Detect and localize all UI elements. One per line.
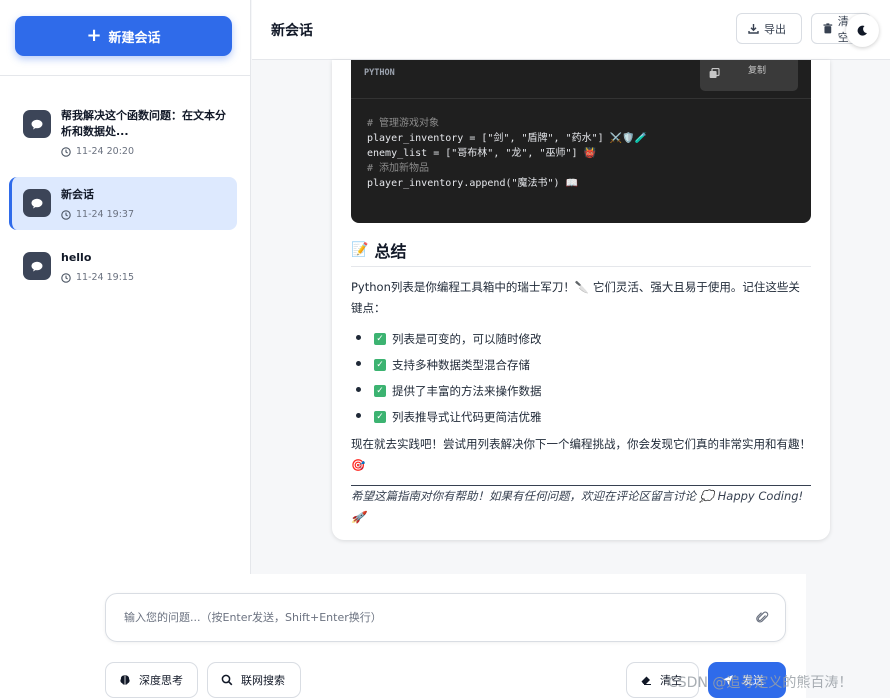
clock-icon <box>61 146 71 157</box>
new-chat-button[interactable]: + 新建会话 <box>15 16 232 56</box>
code-line: # 添加新物品 <box>367 163 430 174</box>
chat-bubble-icon <box>23 252 51 280</box>
list-item: ✓ 列表是可变的，可以随时修改 <box>356 326 542 352</box>
code-line: player_inventory = ["剑", "盾牌", "药水"] ⚔️🛡… <box>367 133 648 144</box>
clear-input-button[interactable]: 清空 <box>626 662 699 698</box>
plus-icon: + <box>86 25 102 46</box>
send-icon <box>723 675 733 685</box>
check-icon: ✓ <box>374 385 386 397</box>
conversation-title: hello <box>61 251 92 264</box>
message-input-box <box>105 593 786 642</box>
code-language-label: PYTHON <box>364 68 395 78</box>
export-button[interactable]: 导出 <box>736 13 802 44</box>
code-line: enemy_list = ["哥布林", "龙", "巫师"] 👹 <box>367 148 596 159</box>
code-line: # 管理游戏对象 <box>367 118 440 129</box>
chat-bubble-icon <box>23 110 51 138</box>
moon-icon <box>857 25 867 36</box>
summary-intro: Python列表是你编程工具箱中的瑞士军刀！🔪 它们灵活、强大且易于使用。记住这… <box>351 280 800 315</box>
conversation-time: 11-24 19:15 <box>61 272 134 283</box>
deep-think-button[interactable]: 深度思考 <box>105 662 198 698</box>
clock-icon <box>61 209 71 220</box>
sidebar-header: + 新建会话 <box>0 0 250 76</box>
download-icon <box>748 24 759 34</box>
conversation-title: 帮我解决这个函数问题：在文本分析和数据处... <box>61 109 226 138</box>
search-icon <box>221 674 233 686</box>
check-icon: ✓ <box>374 411 386 423</box>
conversation-item[interactable]: 帮我解决这个函数问题：在文本分析和数据处... 11-24 20:20 <box>9 98 237 167</box>
code-block: PYTHON 复制 # 管理游戏对象 player_inventory = ["剑… <box>351 60 811 223</box>
chat-header: 新会话 导出 清空 <box>252 0 890 60</box>
summary-heading: 📝 总结 <box>351 242 407 261</box>
conversation-item-active[interactable]: 新会话 11-24 19:37 <box>9 177 237 230</box>
conversation-list: 帮我解决这个函数问题：在文本分析和数据处... 11-24 20:20 新会话 … <box>0 76 250 293</box>
clock-icon <box>61 272 71 283</box>
web-search-button[interactable]: 联网搜索 <box>207 662 301 698</box>
closing-note: 希望这篇指南对你有帮助！如果有任何问题，欢迎在评论区留言讨论 💭 Happy C… <box>351 489 804 524</box>
message-input[interactable] <box>106 594 746 641</box>
conversation-item[interactable]: hello 11-24 19:15 <box>9 240 237 293</box>
send-button[interactable]: 发送 <box>708 662 786 698</box>
page-title: 新会话 <box>271 23 313 39</box>
paperclip-icon[interactable] <box>756 611 769 624</box>
code-content: # 管理游戏对象 player_inventory = ["剑", "盾牌", "… <box>351 99 811 208</box>
chat-bubble-icon <box>23 189 51 217</box>
key-points-list: ✓ 列表是可变的，可以随时修改 ✓ 支持多种数据类型混合存储 ✓ 提供了丰富的方法来操… <box>356 326 542 430</box>
input-panel: 深度思考 联网搜索 清空 发送 <box>86 574 806 698</box>
copy-code-button[interactable]: 复制 <box>700 60 798 91</box>
conversation-time: 11-24 19:37 <box>61 209 134 220</box>
copy-icon <box>709 68 720 78</box>
memo-icon: 📝 <box>351 242 369 258</box>
new-chat-label: 新建会话 <box>108 30 161 46</box>
list-item: ✓ 支持多种数据类型混合存储 <box>356 352 542 378</box>
check-icon: ✓ <box>374 333 386 345</box>
conversation-title: 新会话 <box>61 188 94 201</box>
brain-icon <box>120 675 130 685</box>
trash-icon <box>823 23 833 34</box>
eraser-icon <box>641 676 651 685</box>
conversation-time: 11-24 20:20 <box>61 146 227 157</box>
list-item: ✓ 提供了丰富的方法来操作数据 <box>356 378 542 404</box>
list-item: ✓ 列表推导式让代码更简洁优雅 <box>356 404 542 430</box>
divider <box>351 266 811 267</box>
code-line: player_inventory.append("魔法书") 📖 <box>367 178 579 189</box>
theme-toggle-button[interactable] <box>846 14 879 47</box>
check-icon: ✓ <box>374 359 386 371</box>
summary-outro: 现在就去实践吧！尝试用列表解决你下一个编程挑战，你会发现它们真的非常实用和有趣！… <box>351 437 811 472</box>
code-block-header: PYTHON 复制 <box>351 60 811 99</box>
assistant-message: PYTHON 复制 # 管理游戏对象 player_inventory = ["剑… <box>332 60 830 540</box>
